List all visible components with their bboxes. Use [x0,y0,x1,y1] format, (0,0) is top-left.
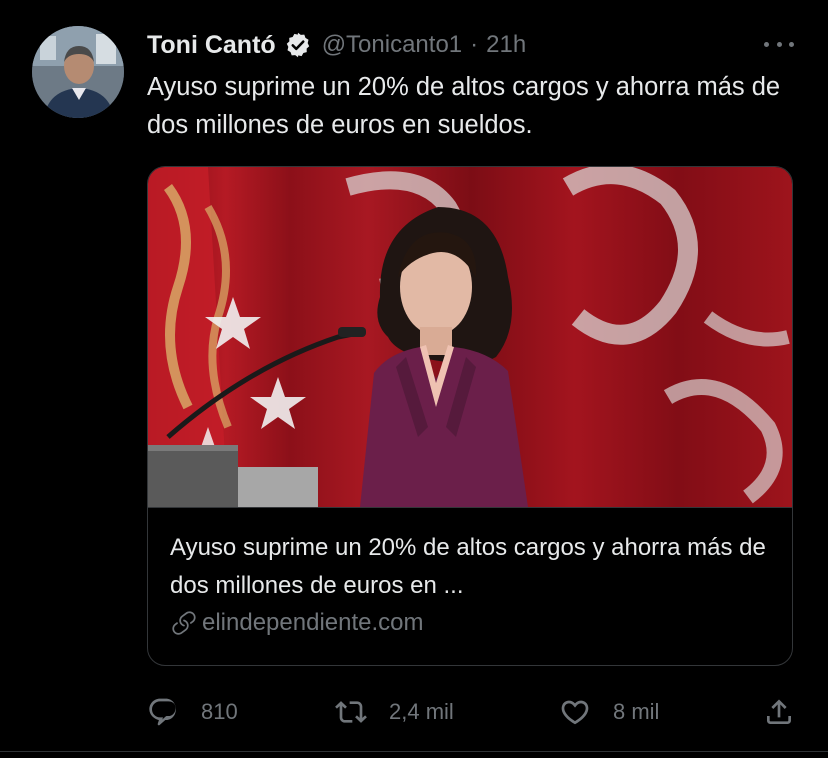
like-button[interactable]: 8 mil [559,690,659,734]
tweet-timestamp[interactable]: 21h [486,31,526,59]
tweet-actions: 810 2,4 mil 8 mil [147,690,807,734]
link-icon [172,611,196,635]
share-button[interactable] [763,690,795,734]
more-options-icon[interactable] [764,36,794,52]
tweet-header: Toni Cantó @Tonicanto1 · 21h [147,28,526,62]
retweet-button[interactable]: 2,4 mil [335,690,454,734]
tweet-text: Ayuso suprime un 20% de altos cargos y a… [147,73,781,139]
share-icon [767,699,791,724]
reply-count: 810 [201,699,238,724]
link-card-domain[interactable]: elindependiente.com [170,609,424,637]
card-divider [148,507,792,508]
tweet-bottom-divider [0,751,828,752]
retweet-count: 2,4 mil [389,699,454,724]
separator-dot: · [470,31,479,58]
link-card-image[interactable] [148,167,792,507]
link-card-domain-text: elindependiente.com [202,609,424,636]
heart-icon [561,700,589,725]
reply-icon [149,698,176,726]
author-handle[interactable]: @Tonicanto1 [322,31,462,59]
retweet-icon [335,701,367,723]
link-card-title[interactable]: Ayuso suprime un 20% de altos cargos y a… [170,529,770,605]
tweet[interactable]: Toni Cantó @Tonicanto1 · 21h Ayuso supri… [0,0,828,758]
link-card[interactable]: Ayuso suprime un 20% de altos cargos y a… [147,166,793,666]
author-name[interactable]: Toni Cantó [147,31,276,60]
verified-badge-icon [286,32,309,58]
avatar[interactable] [32,26,124,118]
like-count: 8 mil [613,699,660,724]
reply-button[interactable]: 810 [147,690,238,734]
